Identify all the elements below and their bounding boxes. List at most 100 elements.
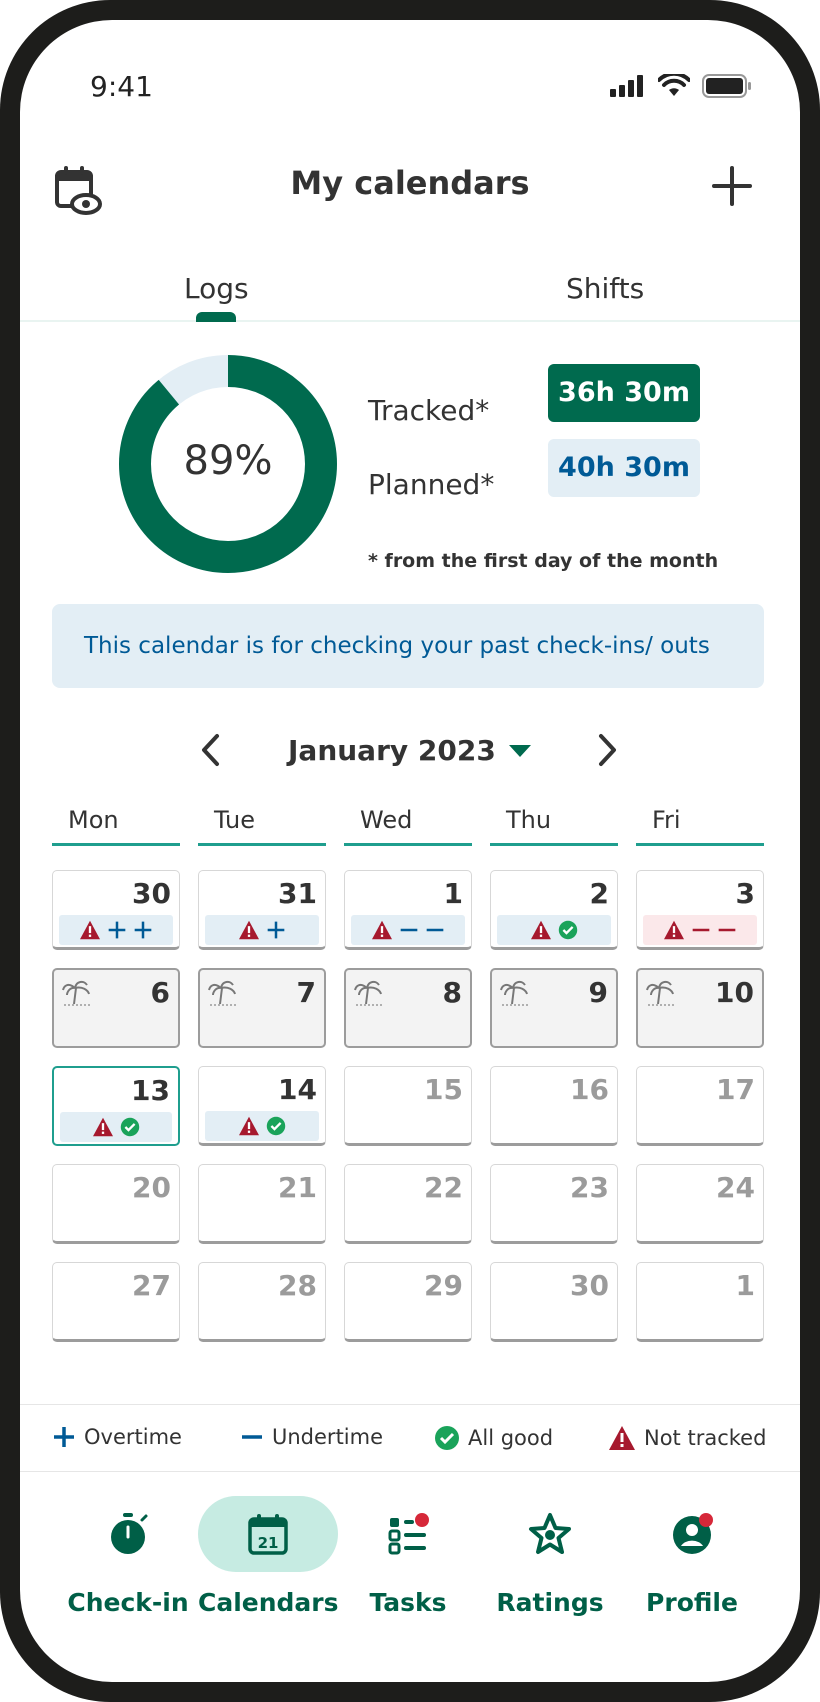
day-number: 17 <box>716 1073 755 1106</box>
legend-item-not-tracked: Not tracked <box>608 1425 766 1451</box>
active-tab-indicator <box>196 312 236 322</box>
calendar-day[interactable]: 24 <box>636 1164 764 1244</box>
day-number: 30 <box>570 1269 609 1302</box>
calendar-day[interactable]: 21 <box>198 1164 326 1244</box>
calendar-day[interactable]: 2 <box>490 870 618 950</box>
tab-shifts[interactable]: Shifts <box>566 272 644 305</box>
warning-icon <box>664 920 684 940</box>
palm-tree-icon <box>354 980 382 1006</box>
nav-calendars[interactable]: 21 Calendars <box>198 1496 339 1626</box>
warning-icon <box>80 920 100 940</box>
phone-frame: 9:41 My calendars Logs Shifts 89% Tracke… <box>0 0 820 1702</box>
check-circle-icon <box>266 1116 286 1136</box>
calendar-day[interactable]: 29 <box>344 1262 472 1342</box>
app-header: My calendars <box>20 150 800 220</box>
calendar-day[interactable]: 16 <box>490 1066 618 1146</box>
minus-icon <box>426 928 444 932</box>
caret-down-icon[interactable] <box>508 744 532 758</box>
profile-icon <box>673 1513 713 1554</box>
calendar-day[interactable]: 1 <box>344 870 472 950</box>
star-icon <box>529 1513 571 1554</box>
check-circle-icon <box>435 1426 459 1450</box>
tab-logs[interactable]: Logs <box>184 272 249 305</box>
day-status-strip <box>59 915 173 945</box>
calendar-day-today[interactable]: 13 <box>52 1066 180 1146</box>
calendar-day[interactable]: 9 <box>490 968 618 1048</box>
day-status-strip <box>497 915 611 945</box>
tracked-label: Tracked* <box>368 394 490 427</box>
day-number: 13 <box>131 1074 170 1107</box>
day-number: 30 <box>132 877 171 910</box>
warning-icon <box>372 920 392 940</box>
calendar-day[interactable]: 10 <box>636 968 764 1048</box>
minus-icon <box>242 1435 262 1439</box>
chevron-right-icon[interactable] <box>592 732 622 768</box>
weekday-header: Thu <box>490 806 618 846</box>
warning-icon <box>93 1117 113 1137</box>
day-status-strip <box>60 1112 172 1142</box>
day-number: 31 <box>278 877 317 910</box>
calendar-day[interactable]: 1 <box>636 1262 764 1342</box>
chevron-left-icon[interactable] <box>196 732 226 768</box>
palm-tree-icon <box>62 980 90 1006</box>
bottom-navigation: Check-in 21 Calendars Tasks Ratings Prof… <box>20 1472 800 1682</box>
calendar-day[interactable]: 27 <box>52 1262 180 1342</box>
screen: 9:41 My calendars Logs Shifts 89% Tracke… <box>20 20 800 1682</box>
calendar-day[interactable]: 31 <box>198 870 326 950</box>
status-bar: 9:41 <box>20 20 800 120</box>
calendar-day[interactable]: 28 <box>198 1262 326 1342</box>
calendar-icon-day: 21 <box>258 1534 279 1552</box>
nav-label: Profile <box>646 1588 738 1617</box>
legend-item-undertime: Undertime <box>240 1425 383 1449</box>
progress-percent: 89% <box>183 438 273 484</box>
day-status-strip <box>205 1111 319 1141</box>
day-number: 1 <box>735 1269 755 1302</box>
day-number: 23 <box>570 1171 609 1204</box>
weekday-header: Fri <box>636 806 764 846</box>
nav-tasks[interactable]: Tasks <box>338 1496 478 1626</box>
minus-icon <box>718 928 736 932</box>
day-number: 29 <box>424 1269 463 1302</box>
calendar-day[interactable]: 8 <box>344 968 472 1048</box>
nav-profile[interactable]: Profile <box>622 1496 762 1626</box>
battery-icon <box>702 74 751 98</box>
warning-icon <box>531 920 551 940</box>
warning-icon <box>609 1426 635 1450</box>
planned-label: Planned* <box>368 468 495 501</box>
day-number: 16 <box>570 1073 609 1106</box>
palm-tree-icon <box>500 980 528 1006</box>
nav-ratings[interactable]: Ratings <box>480 1496 620 1626</box>
warning-icon <box>239 920 259 940</box>
calendar-day[interactable]: 14 <box>198 1066 326 1146</box>
task-list-icon <box>388 1513 429 1555</box>
tracked-value: 36h 30m <box>548 364 700 422</box>
calendar-day[interactable]: 15 <box>344 1066 472 1146</box>
day-number: 3 <box>735 877 755 910</box>
legend-item-all-good: All good <box>434 1425 553 1451</box>
weekday-header: Tue <box>198 806 326 846</box>
calendar-day[interactable]: 30 <box>490 1262 618 1342</box>
footnote: * from the first day of the month <box>368 550 719 572</box>
check-circle-icon <box>120 1117 140 1137</box>
calendar-day[interactable]: 22 <box>344 1164 472 1244</box>
signal-icon <box>610 75 643 97</box>
day-number: 15 <box>424 1073 463 1106</box>
calendar-day[interactable]: 17 <box>636 1066 764 1146</box>
month-title[interactable]: January 2023 <box>288 734 496 767</box>
calendar-day[interactable]: 6 <box>52 968 180 1048</box>
palm-tree-icon <box>646 980 674 1006</box>
tab-bar: Logs Shifts <box>20 250 800 322</box>
plus-icon[interactable] <box>712 166 752 206</box>
calendar-day[interactable]: 20 <box>52 1164 180 1244</box>
calendar-day[interactable]: 30 <box>52 870 180 950</box>
day-number: 9 <box>588 976 608 1009</box>
calendar-day[interactable]: 3 <box>636 870 764 950</box>
status-time: 9:41 <box>90 70 153 103</box>
day-number: 10 <box>715 976 754 1009</box>
nav-label: Check-in <box>67 1588 189 1617</box>
calendar-day[interactable]: 23 <box>490 1164 618 1244</box>
calendar-day[interactable]: 7 <box>198 968 326 1048</box>
nav-check-in[interactable]: Check-in <box>58 1496 198 1626</box>
day-status-strip <box>205 915 319 945</box>
minus-icon <box>692 928 710 932</box>
